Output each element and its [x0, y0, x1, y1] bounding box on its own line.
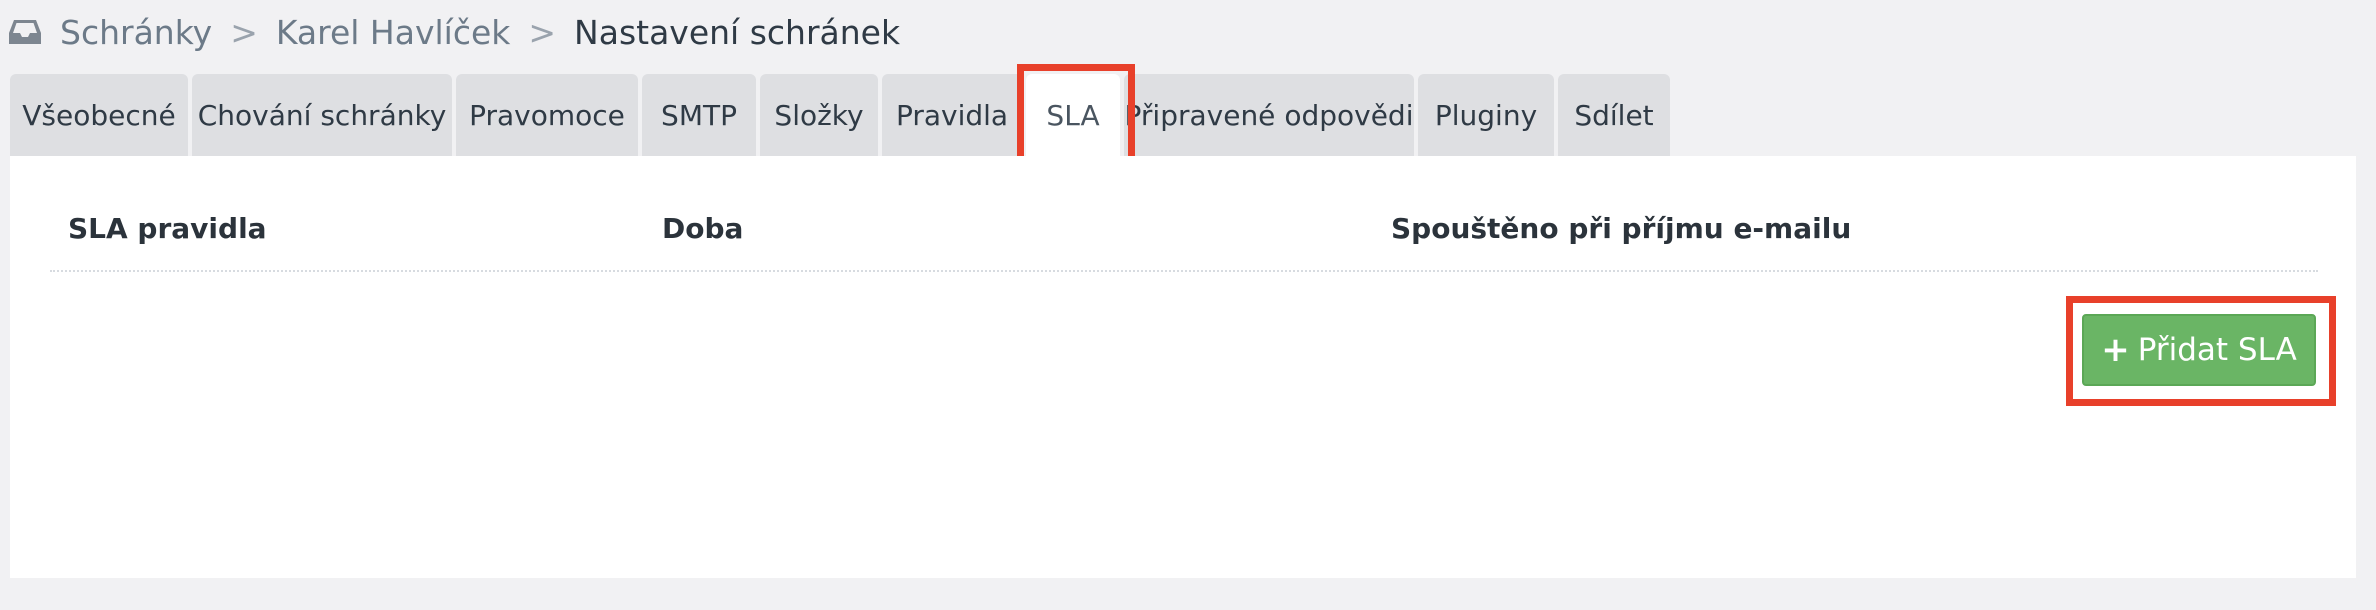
breadcrumb: Schránky > Karel Havlíček > Nastavení sc…	[8, 8, 900, 56]
breadcrumb-mailbox-link[interactable]: Karel Havlíček	[276, 13, 511, 52]
column-header-triggered-on-email: Spouštěno při příjmu e-mailu	[1391, 212, 1852, 245]
column-header-duration: Doba	[662, 212, 744, 245]
tab-share[interactable]: Sdílet	[1558, 74, 1670, 156]
breadcrumb-current-page: Nastavení schránek	[574, 12, 901, 52]
tab-general[interactable]: Všeobecné	[10, 74, 188, 156]
sla-table-header: SLA pravidla Doba Spouštěno při příjmu e…	[50, 212, 2318, 272]
tab-mailbox-behavior[interactable]: Chování schránky	[192, 74, 452, 156]
tab-folders[interactable]: Složky	[760, 74, 878, 156]
tab-sla[interactable]: SLA	[1026, 74, 1120, 156]
tab-plugins[interactable]: Pluginy	[1418, 74, 1554, 156]
inbox-icon	[8, 17, 44, 47]
tab-permissions[interactable]: Pravomoce	[456, 74, 638, 156]
settings-tabs: Všeobecné Chování schránky Pravomoce SMT…	[10, 74, 1674, 156]
breadcrumb-separator: >	[230, 12, 258, 52]
breadcrumb-mailboxes-link[interactable]: Schránky	[60, 13, 212, 52]
tab-rules[interactable]: Pravidla	[882, 74, 1022, 156]
add-sla-button[interactable]: + Přidat SLA	[2082, 314, 2316, 386]
add-sla-button-label: Přidat SLA	[2137, 332, 2297, 368]
plus-icon: +	[2101, 330, 2130, 370]
column-header-sla-rules: SLA pravidla	[68, 212, 267, 245]
sla-panel: SLA pravidla Doba Spouštěno při příjmu e…	[10, 156, 2356, 578]
breadcrumb-separator: >	[528, 12, 557, 52]
page: Schránky > Karel Havlíček > Nastavení sc…	[0, 0, 2376, 610]
tab-canned-responses[interactable]: Připravené odpovědi	[1124, 74, 1414, 156]
tab-smtp[interactable]: SMTP	[642, 74, 756, 156]
